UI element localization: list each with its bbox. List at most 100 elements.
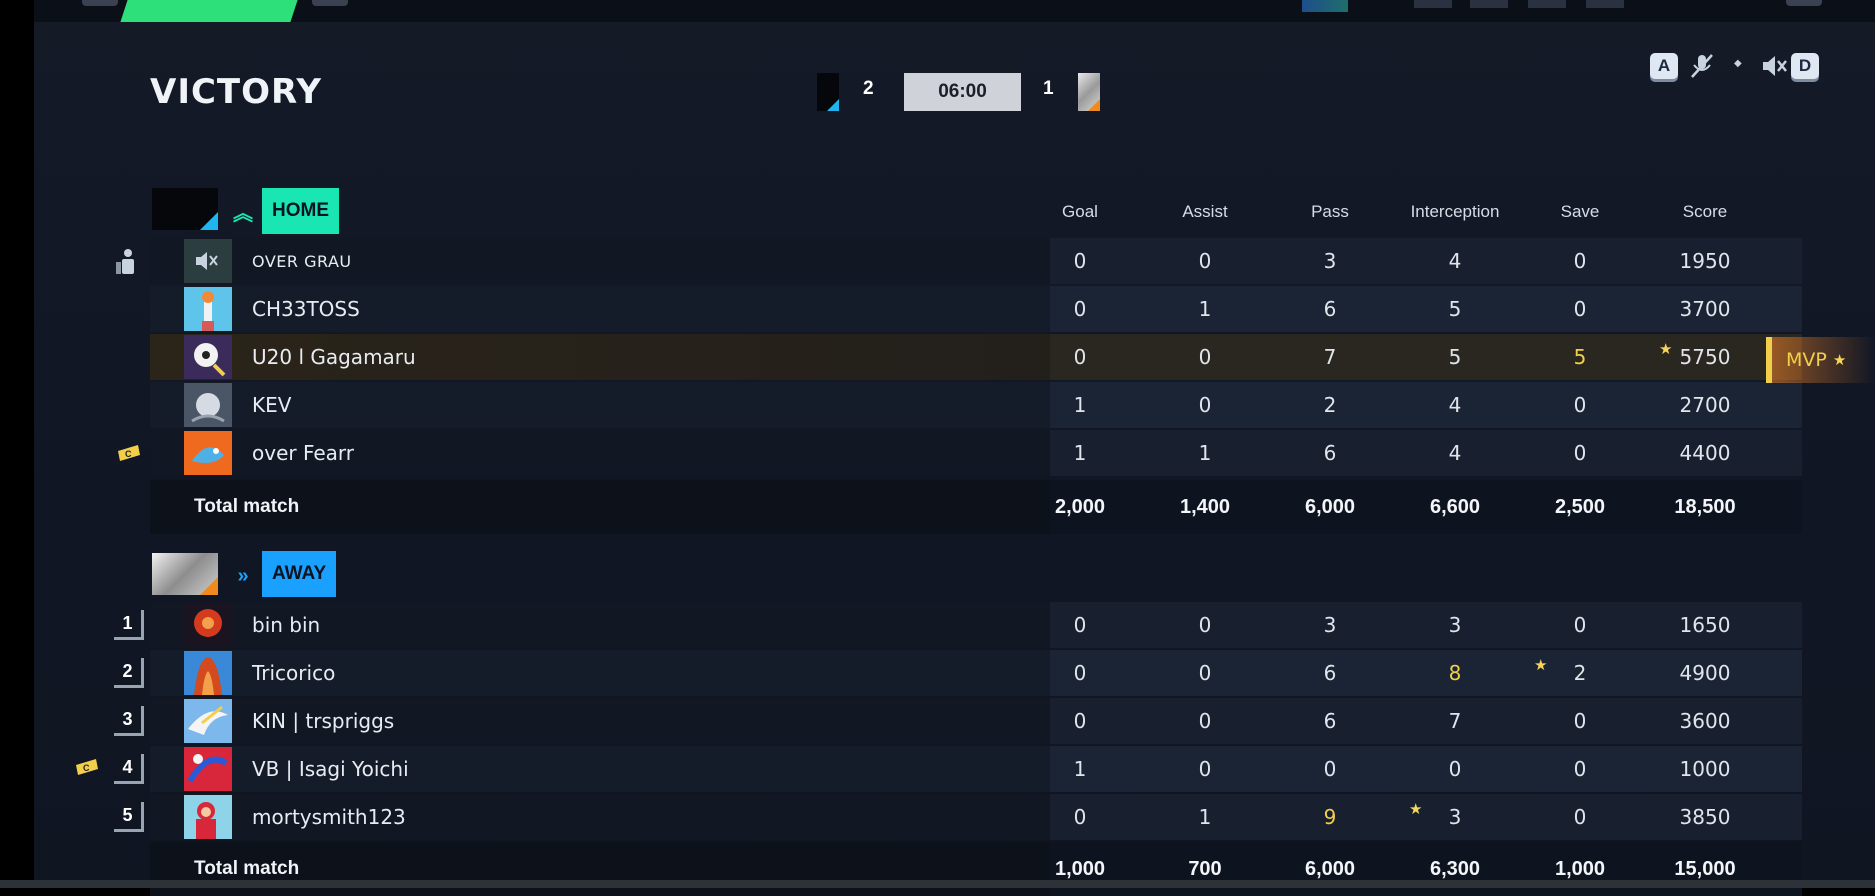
top-active-tab[interactable]: [120, 0, 298, 22]
table-row[interactable]: VB | Isagi Yoichi 1 0 0 0 0 1000: [150, 746, 1802, 792]
table-row[interactable]: OVER GRAU 0 0 3 4 0 1950: [150, 238, 1802, 284]
mvp-badge: MVP ★: [1766, 337, 1875, 383]
stat-goal: 0: [1073, 297, 1087, 321]
table-row[interactable]: over Fearr 1 1 6 4 0 4400: [150, 430, 1802, 476]
stat-assist: 0: [1198, 249, 1212, 273]
top-slot: [1586, 0, 1624, 8]
table-row[interactable]: KIN | trspriggs 0 0 6 7 0 3600: [150, 698, 1802, 744]
top-tab-far-right[interactable]: [1786, 0, 1822, 6]
stat-pass: 9: [1323, 805, 1337, 829]
column-header-pass: Pass: [1311, 202, 1349, 221]
away-team-logo: [152, 553, 218, 595]
stat-score: 1650: [1679, 613, 1731, 637]
key-d-hint[interactable]: D: [1791, 53, 1819, 79]
svg-text:C: C: [83, 763, 90, 773]
mic-off-icon[interactable]: [1689, 52, 1715, 87]
stat-save: 2: [1573, 661, 1587, 685]
stat-goal: 0: [1073, 661, 1087, 685]
stat-goal: 0: [1073, 249, 1087, 273]
mvp-label: MVP: [1786, 349, 1827, 371]
stat-pass: 6: [1323, 709, 1337, 733]
total-assist: 1,400: [1179, 495, 1231, 518]
player-name: KEV: [252, 393, 292, 417]
stat-pass: 0: [1323, 757, 1337, 781]
table-row[interactable]: U20 l Gagamaru 0 0 7 5 5 ★ 5750: [150, 334, 1802, 380]
column-header-interception: Interception: [1410, 202, 1500, 221]
star-icon: ★: [1832, 352, 1847, 369]
stat-interception: 5: [1448, 345, 1462, 369]
stat-assist: 0: [1198, 709, 1212, 733]
stat-score: 1950: [1679, 249, 1731, 273]
stat-goal: 0: [1073, 709, 1087, 733]
stat-score: 4400: [1679, 441, 1731, 465]
stat-interception: 3: [1448, 805, 1462, 829]
away-team-tag: AWAY: [262, 551, 337, 597]
stat-score: 5750: [1679, 345, 1731, 369]
result-title: VICTORY: [150, 72, 322, 112]
stat-score: 3600: [1679, 709, 1731, 733]
captain-armband-icon: C: [116, 443, 142, 469]
total-score: 18,500: [1674, 495, 1736, 518]
stat-goal: 1: [1073, 757, 1087, 781]
column-header-save: Save: [1560, 202, 1600, 221]
stat-score: 3850: [1679, 805, 1731, 829]
stat-pass: 2: [1323, 393, 1337, 417]
away-team-flag-icon: [1078, 73, 1100, 111]
stat-save: 5: [1573, 345, 1587, 369]
table-row[interactable]: KEV 1 0 2 4 0 2700: [150, 382, 1802, 428]
stat-interception: 3: [1448, 613, 1462, 637]
stat-pass: 6: [1323, 297, 1337, 321]
total-pass: 6,000: [1304, 495, 1356, 518]
stat-pass: 7: [1323, 345, 1337, 369]
total-interception: 6,600: [1429, 495, 1481, 518]
stat-assist: 0: [1198, 661, 1212, 685]
avatar: [184, 651, 232, 695]
top-slot: [1528, 0, 1566, 8]
avatar: [184, 431, 232, 475]
avatar: [184, 287, 232, 331]
stat-interception: 4: [1448, 249, 1462, 273]
stat-interception: 8: [1448, 661, 1462, 685]
table-row[interactable]: Tricorico 0 0 6 8 ★ 2 4900: [150, 650, 1802, 696]
avatar: [184, 383, 232, 427]
party-leader-icon: [114, 246, 142, 282]
stat-interception: 0: [1448, 757, 1462, 781]
player-name: Tricorico: [252, 661, 336, 685]
player-name: KIN | trspriggs: [252, 709, 395, 733]
home-score: 2: [863, 78, 874, 99]
stat-goal: 1: [1073, 441, 1087, 465]
bottom-strip: [0, 880, 1875, 888]
stat-goal: 0: [1073, 345, 1087, 369]
stat-save: 0: [1573, 757, 1587, 781]
stat-assist: 0: [1198, 393, 1212, 417]
top-slot: [1414, 0, 1452, 8]
top-tab-right[interactable]: [312, 0, 348, 6]
rank-badge: 5: [114, 802, 144, 832]
chevron-up-icon: ︽: [233, 202, 253, 225]
table-row[interactable]: mortysmith123 0 1 9 ★ 3 0 3850: [150, 794, 1802, 840]
stat-assist: 0: [1198, 345, 1212, 369]
player-name: OVER GRAU: [252, 251, 352, 271]
total-goal: 2,000: [1054, 495, 1106, 518]
key-a-hint[interactable]: A: [1650, 53, 1678, 79]
avatar: [184, 699, 232, 743]
top-tab-left[interactable]: [82, 0, 118, 6]
stat-save: 0: [1573, 297, 1587, 321]
player-name: over Fearr: [252, 441, 355, 465]
top-slot: [1470, 0, 1508, 8]
stat-goal: 0: [1073, 613, 1087, 637]
stat-score: 3700: [1679, 297, 1731, 321]
table-row[interactable]: CH33TOSS 0 1 6 5 0 3700: [150, 286, 1802, 332]
speaker-muted-icon[interactable]: [1760, 53, 1788, 86]
stat-score: 2700: [1679, 393, 1731, 417]
avatar: [184, 747, 232, 791]
avatar: [184, 795, 232, 839]
table-row[interactable]: bin bin 0 0 3 3 0 1650: [150, 602, 1802, 648]
stat-score: 1000: [1679, 757, 1731, 781]
avatar: [184, 335, 232, 379]
stat-assist: 1: [1198, 297, 1212, 321]
stat-interception: 5: [1448, 297, 1462, 321]
player-name: VB | Isagi Yoichi: [252, 757, 409, 781]
chevrons-right-icon: »: [237, 564, 249, 587]
away-score: 1: [1043, 78, 1054, 99]
